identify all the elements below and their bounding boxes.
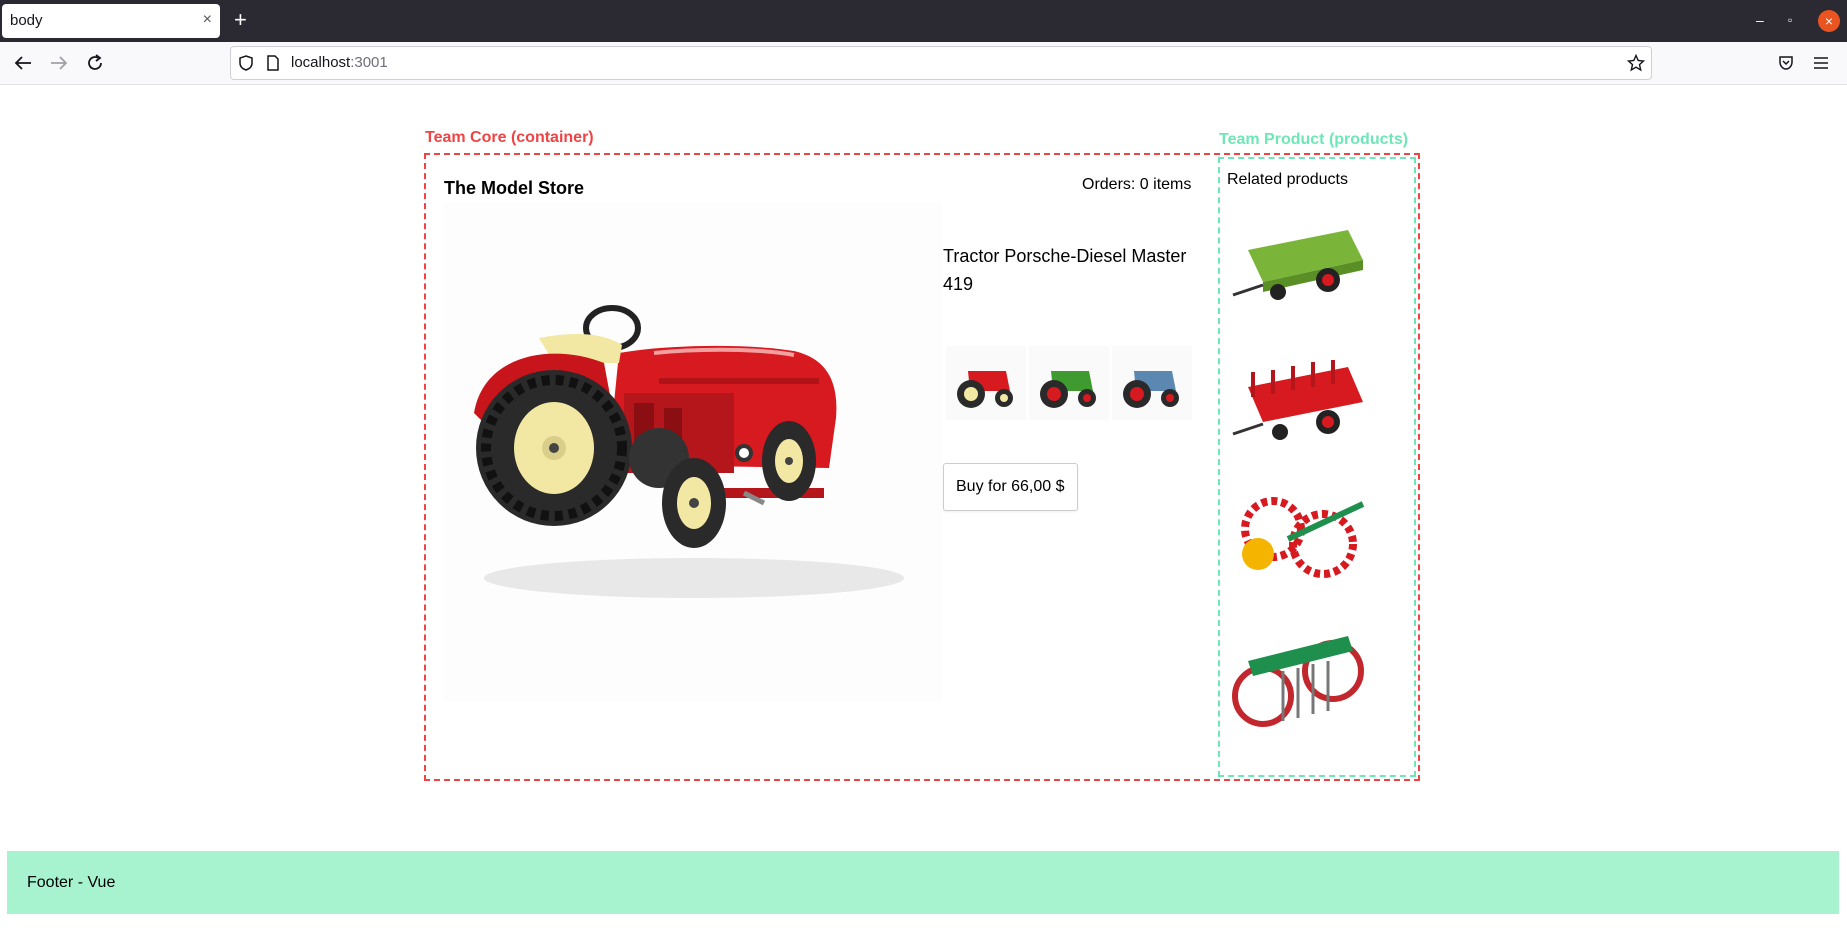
window-close-icon[interactable]: × [1818,10,1840,32]
orders-count: Orders: 0 items [1082,176,1192,193]
team-product-label: Team Product (products) [1219,131,1409,148]
star-icon[interactable] [1627,54,1645,72]
back-arrow-icon[interactable] [14,55,32,71]
browser-nav-bar: localhost:3001 [0,42,1847,85]
related-products-title: Related products [1227,171,1348,188]
url-text[interactable]: localhost:3001 [291,54,388,71]
url-port: :3001 [350,54,388,71]
pocket-icon[interactable] [1778,55,1794,71]
url-bar[interactable]: localhost:3001 [230,46,1652,80]
team-core-label: Team Core (container) [425,129,594,146]
restore-icon[interactable]: ▫ [1788,12,1792,28]
footer: Footer - Vue [7,851,1839,914]
related-item-red-trailer[interactable] [1228,342,1368,472]
menu-icon[interactable] [1813,56,1829,70]
store-title: The Model Store [444,178,585,198]
browser-tab[interactable]: body × [2,4,220,38]
related-item-harrow[interactable] [1228,626,1368,756]
related-item-seed-drill[interactable] [1228,484,1368,614]
tab-title: body [10,12,43,29]
variant-blue-tractor[interactable] [1112,346,1192,420]
footer-text: Footer - Vue [27,874,116,891]
close-tab-icon[interactable]: × [203,10,212,30]
variant-red-tractor[interactable] [946,346,1026,420]
main-product-image [444,203,942,701]
forward-arrow-icon[interactable] [50,55,68,71]
product-name: Tractor Porsche-Diesel Master 419 [943,246,1187,294]
related-item-green-trailer[interactable] [1228,200,1368,330]
new-tab-button[interactable]: + [234,9,247,31]
browser-tab-bar: body × + – ▫ × [0,0,1847,42]
page-icon [267,55,279,71]
reload-icon[interactable] [86,54,104,72]
buy-button[interactable]: Buy for 66,00 $ [943,463,1078,511]
shield-icon[interactable] [239,55,253,71]
minimize-icon[interactable]: – [1756,12,1764,28]
url-host: localhost [291,54,351,71]
variant-green-tractor[interactable] [1029,346,1109,420]
